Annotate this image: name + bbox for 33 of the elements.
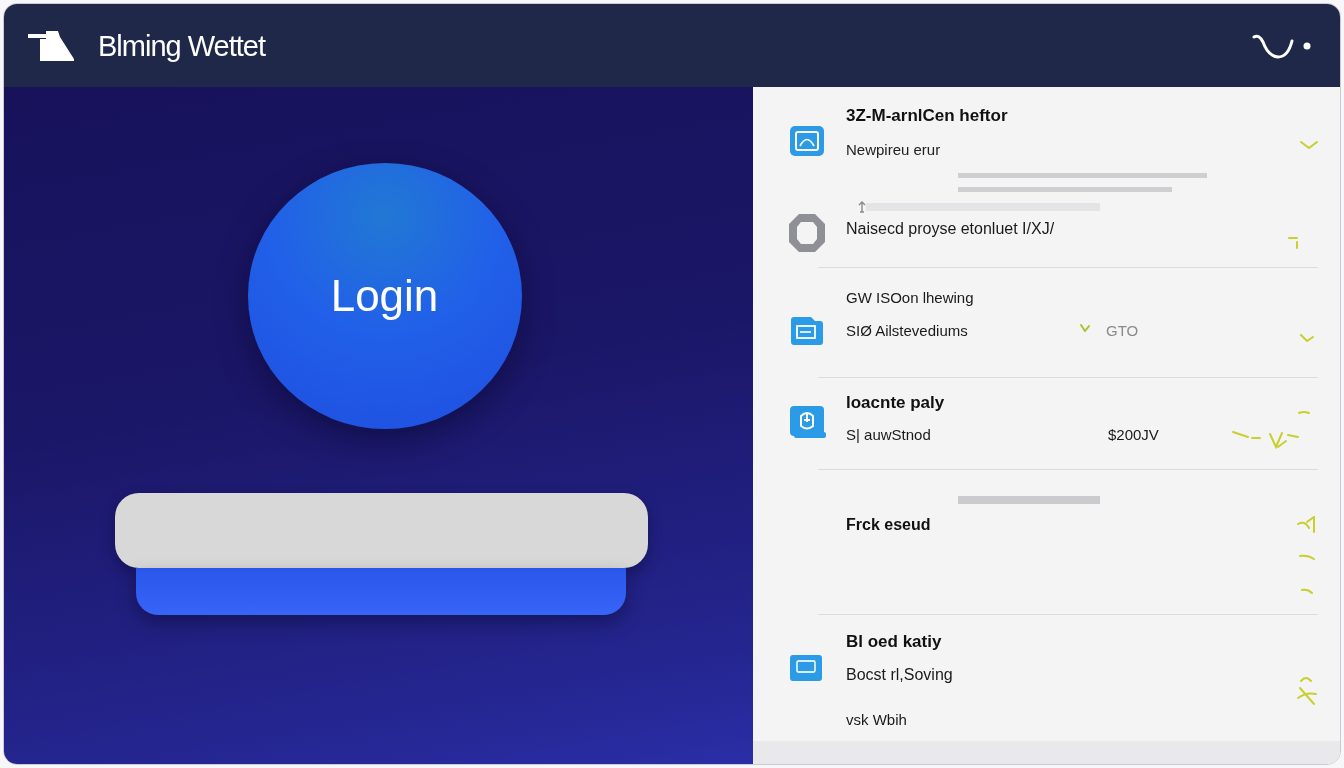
tick-mark-icon <box>1080 324 1090 332</box>
item-value: GTO <box>1106 321 1140 341</box>
item-title: Bl oed katiy <box>846 631 943 653</box>
ring-icon <box>788 213 826 253</box>
item-text: GW ISOon lhewing <box>846 288 975 308</box>
input-field[interactable] <box>114 493 648 568</box>
squiggle-icon <box>1297 516 1315 534</box>
app-title: Blming Wettet <box>98 28 265 63</box>
screen-icon <box>790 655 822 681</box>
item-title: loacnte paly <box>846 392 946 414</box>
dash-mark-icon <box>1298 410 1310 415</box>
price-value: $200JV <box>1108 425 1160 445</box>
item-text: vsk Wbih <box>846 710 908 730</box>
squiggle-icon <box>1232 429 1300 449</box>
tick-mark-icon <box>1300 334 1314 342</box>
item-text: Bocst rl,Soving <box>846 665 954 685</box>
logo-icon <box>28 30 74 61</box>
login-button[interactable]: Login <box>247 163 522 429</box>
dash-mark-icon <box>1300 675 1312 682</box>
cross-mark-icon <box>1296 686 1318 706</box>
item-detail: SIØ Ailstevediums <box>846 321 969 341</box>
up-arrow-icon <box>858 201 866 213</box>
frame-icon <box>790 126 824 156</box>
emblem-icon <box>790 406 826 438</box>
dash-mark-icon <box>1299 554 1315 560</box>
item-subtitle: Newpireu erur <box>846 140 942 160</box>
folder-icon <box>791 317 823 345</box>
item-detail: S| auwStnod <box>846 425 932 445</box>
dash-mark-icon <box>1301 588 1313 594</box>
chevron-icon <box>1300 141 1318 149</box>
item-text: Naisecd proyse etonluet I/XJ/ <box>846 219 1056 239</box>
item-title: 3Z-M-arnlCen heftor <box>846 105 1009 127</box>
item-title: Frck eseud <box>846 515 932 535</box>
